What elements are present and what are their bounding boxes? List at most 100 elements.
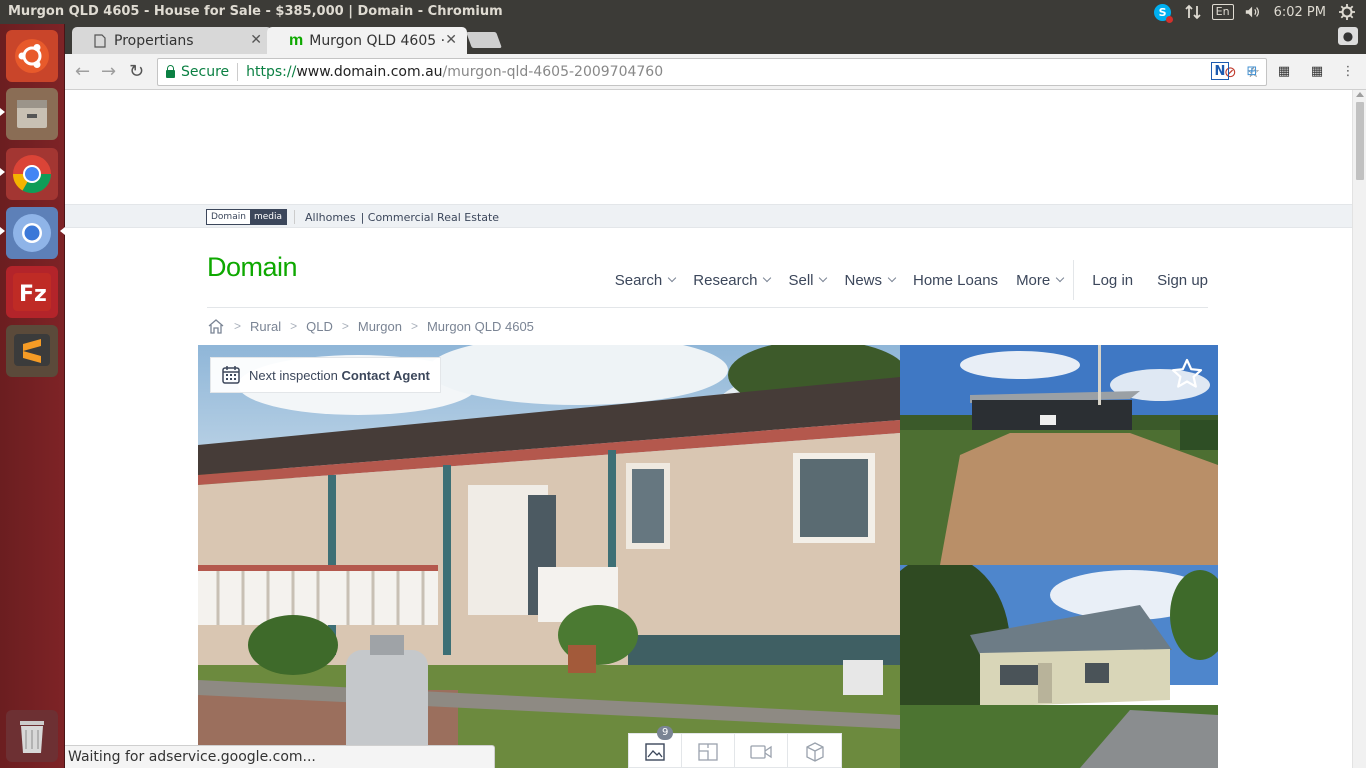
close-tab-icon[interactable]: ✕ [250,32,262,48]
profile-icon[interactable]: ● [1338,27,1358,45]
url-host: www.domain.com.au [296,64,443,80]
3d-tour-button[interactable] [788,734,841,768]
settings-gear-icon[interactable] [1338,3,1356,21]
breadcrumb-murgon[interactable]: Murgon [358,319,402,334]
skype-icon[interactable]: S [1154,3,1174,23]
commercial-real-estate-link[interactable]: | Commercial Real Estate [361,211,500,224]
chrome-running-indicator [0,168,5,176]
video-camera-icon [750,744,772,759]
breadcrumb-separator: > [410,319,418,333]
status-bubble: Waiting for adservice.google.com... [65,745,495,768]
url-protocol: https:// [246,64,297,80]
gallery-toolbar: 9 [628,726,842,768]
inspection-value: Contact Agent [341,367,430,383]
filezilla-icon[interactable]: Fz [6,266,58,318]
breadcrumb-separator: > [290,319,298,333]
top-panel: Murgon QLD 4605 - House for Sale - $385,… [0,0,1366,24]
files-running-indicator [0,108,5,116]
secure-indicator[interactable]: Secure [158,64,229,80]
photo-gallery: Next inspection Contact Agent 9 [198,345,1218,768]
nav-research[interactable]: Research [693,272,772,289]
sublime-text-icon[interactable] [6,325,58,377]
network-icon[interactable] [1184,3,1202,21]
chevron-down-icon [819,273,828,283]
photo-count-badge: 9 [657,726,674,740]
breadcrumb-separator: > [234,319,242,333]
address-bar[interactable]: Secure https:// www.domain.com.au /murgo… [157,58,1267,86]
main-property-photo[interactable]: Next inspection Contact Agent 9 [198,345,900,768]
photos-button[interactable]: 9 [629,726,682,768]
nav-divider [1073,260,1075,300]
floorplan-icon [698,742,718,761]
calendar-icon [222,366,240,384]
chromium-icon[interactable] [6,207,58,259]
login-link[interactable]: Log in [1092,272,1133,289]
chevron-down-icon [668,273,677,283]
floorplan-button[interactable] [682,734,735,768]
svg-text:Fz: Fz [19,282,47,307]
breadcrumb: > Rural > QLD > Murgon > Murgon QLD 4605 [207,318,534,334]
property-photo-rear[interactable] [900,565,1218,768]
tab-domain[interactable]: m Murgon QLD 4605 · ✕ [267,27,467,54]
breadcrumb-separator: > [341,319,349,333]
nav-home-loans[interactable]: Home Loans [913,272,998,289]
chevron-down-icon [763,273,772,283]
chromium-running-indicator [0,227,5,235]
chrome-menu-icon[interactable]: ⋮ [1339,62,1357,80]
volume-icon[interactable] [1244,3,1262,21]
window-title: Murgon QLD 4605 - House for Sale - $385,… [8,4,503,19]
video-button[interactable] [735,734,788,768]
page-scrollbar[interactable] [1352,90,1366,768]
breadcrumb-rural[interactable]: Rural [250,319,281,334]
page-viewport: Domain media Allhomes | Commercial Real … [65,90,1352,768]
keyboard-layout-indicator[interactable]: En [1211,3,1234,21]
domain-favicon-icon: m [289,31,304,49]
nav-sell[interactable]: Sell [788,272,828,289]
image-icon [645,742,665,761]
nav-news[interactable]: News [844,272,897,289]
site-header: Domain Search Research Sell News Home Lo… [207,228,1208,308]
new-tab-button[interactable] [466,32,502,48]
domain-logo[interactable]: Domain [207,252,298,283]
tab-label: Murgon QLD 4605 · [309,32,446,49]
save-star-icon[interactable] [1170,357,1204,391]
next-inspection-badge[interactable]: Next inspection Contact Agent [210,357,441,393]
scrollbar-thumb[interactable] [1356,102,1364,180]
back-arrow-icon[interactable]: ← [75,61,90,82]
main-navigation: Search Research Sell News Home Loans Mor… [597,260,1208,300]
nav-search[interactable]: Search [615,272,677,289]
chrome-icon[interactable] [6,148,58,200]
domain-media-logo[interactable]: Domain media [206,209,287,225]
qr-code-icon-2[interactable]: ▦ [1308,62,1326,80]
property-photo-shed[interactable] [900,345,1218,565]
ubuntu-dash-icon[interactable] [6,30,58,82]
browser-toolbar: ← → ↻ Secure https:// www.domain.com.au … [65,54,1366,90]
signup-link[interactable]: Sign up [1157,272,1208,289]
trash-icon[interactable] [6,710,58,762]
extension-ruler-icon[interactable]: ⊞ [1243,62,1261,80]
scroll-up-arrow-icon[interactable] [1356,92,1364,97]
clock[interactable]: 6:02 PM [1274,5,1326,20]
forward-arrow-icon[interactable]: → [101,61,116,82]
domain-media-bar: Domain media Allhomes | Commercial Real … [65,204,1352,228]
reload-icon[interactable]: ↻ [129,61,144,82]
breadcrumb-current: Murgon QLD 4605 [426,318,534,334]
chevron-down-icon [887,273,897,283]
extension-n-icon[interactable]: N [1211,62,1229,80]
home-icon[interactable] [207,318,225,334]
url-path: /murgon-qld-4605-2009704760 [442,64,664,80]
tab-strip: Propertians ✕ m Murgon QLD 4605 · ✕ ● [65,24,1366,54]
allhomes-link[interactable]: Allhomes [305,211,356,224]
ad-space [65,90,1352,204]
nav-more[interactable]: More [1016,272,1065,289]
files-icon[interactable] [6,88,58,140]
tab-propertians[interactable]: Propertians ✕ [72,27,272,54]
breadcrumb-qld[interactable]: QLD [306,319,333,334]
page-icon [94,33,106,48]
lock-icon [166,64,175,78]
system-tray: S En 6:02 PM [1154,0,1366,24]
close-tab-icon[interactable]: ✕ [445,32,457,48]
cube-icon [805,741,824,762]
qr-code-icon[interactable]: ▦ [1275,62,1293,80]
unity-launcher: Fz [0,24,65,768]
